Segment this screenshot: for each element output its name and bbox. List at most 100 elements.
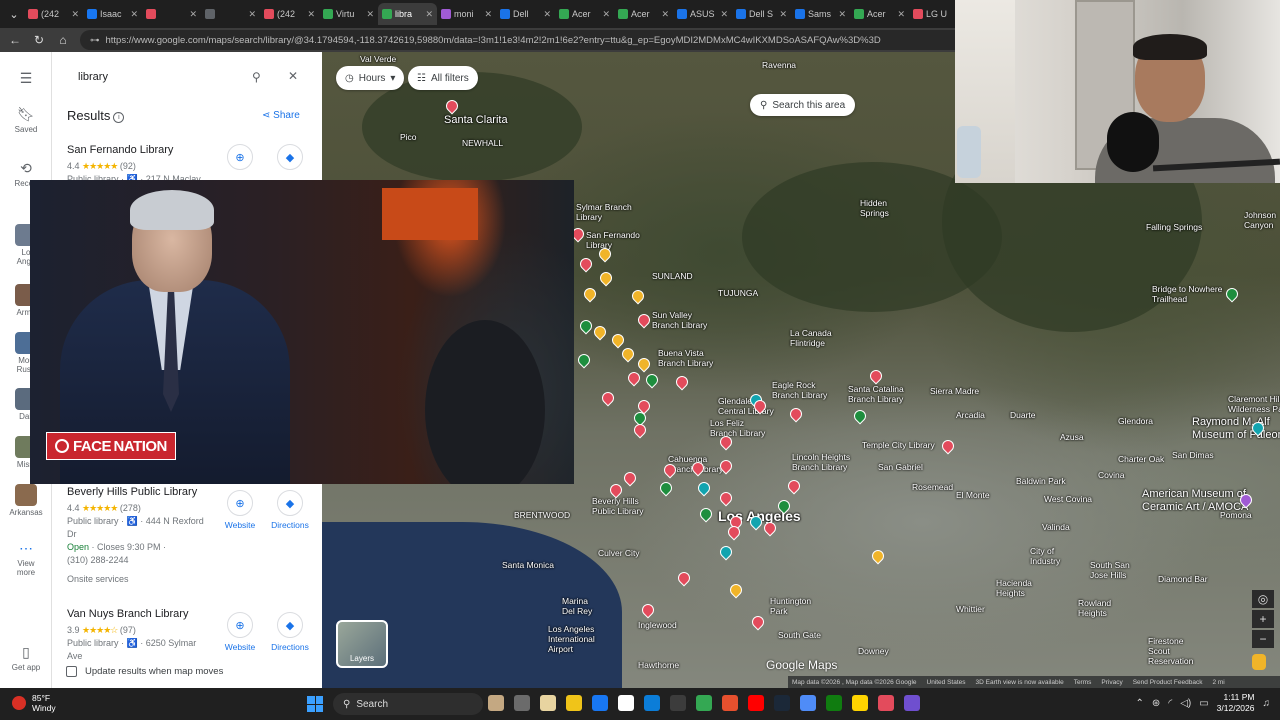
map-library-pin[interactable]: [581, 285, 599, 303]
map-place-label[interactable]: Los Feliz Branch Library: [710, 418, 765, 438]
windows-start-icon[interactable]: [307, 696, 323, 712]
tab-close-icon[interactable]: ✕: [189, 9, 197, 20]
map-place-label[interactable]: Claremont Hills Wilderness Park: [1228, 394, 1280, 414]
tab[interactable]: (242 ✕: [260, 3, 319, 25]
map-place-label[interactable]: Inglewood: [638, 620, 677, 630]
tab[interactable]: Virtu ✕: [319, 3, 378, 25]
map-library-pin[interactable]: [635, 311, 653, 329]
tab-close-icon[interactable]: ✕: [779, 9, 787, 20]
result-item[interactable]: Beverly Hills Public Library 4.4 ★★★★★ (…: [67, 486, 317, 586]
map-place-label[interactable]: Pico: [400, 132, 417, 142]
map-place-label[interactable]: Bridge to Nowhere Trailhead: [1152, 284, 1222, 304]
map-place-label[interactable]: Rosemead: [912, 482, 953, 492]
map-place-label[interactable]: Sun Valley Branch Library: [652, 310, 707, 330]
map-place-label[interactable]: South Gate: [778, 630, 821, 640]
tab[interactable]: ASUS ✕: [673, 3, 732, 25]
taskbar-app-icon[interactable]: [800, 695, 816, 711]
wifi-icon[interactable]: ◜: [1168, 698, 1172, 709]
attribution-item[interactable]: 2 mi: [1212, 679, 1224, 686]
tab-menu-icon[interactable]: ⌄: [4, 4, 24, 24]
taskbar-app-icon[interactable]: [748, 695, 764, 711]
tab-close-icon[interactable]: ✕: [838, 9, 846, 20]
street-view-pegman-icon[interactable]: [1252, 654, 1266, 670]
map-place-label[interactable]: Charter Oak: [1118, 454, 1164, 464]
tab[interactable]: ✕: [142, 3, 201, 25]
map-place-label[interactable]: NEWHALL: [462, 138, 503, 148]
search-this-area-button[interactable]: ⚲ Search this area: [750, 94, 856, 116]
tab-close-icon[interactable]: ✕: [130, 9, 138, 20]
map-place-label[interactable]: Whittier: [956, 604, 985, 614]
search-input[interactable]: library: [78, 71, 108, 83]
website-button[interactable]: ⊕ Website: [217, 490, 263, 530]
website-button[interactable]: ⊕: [217, 144, 263, 174]
map-place-label[interactable]: San Dimas: [1172, 450, 1214, 460]
map-place-label[interactable]: Ravenna: [762, 60, 796, 70]
map-place-label[interactable]: Diamond Bar: [1158, 574, 1208, 584]
back-icon[interactable]: ←: [8, 33, 22, 47]
tab[interactable]: Sams ✕: [791, 3, 850, 25]
map-place-label[interactable]: Baldwin Park: [1016, 476, 1066, 486]
zoom-in-button[interactable]: +: [1252, 610, 1274, 628]
all-filters-chip[interactable]: ☷ All filters: [408, 66, 478, 90]
clock[interactable]: 1:11 PM 3/12/2026: [1217, 692, 1255, 714]
map-library-pin[interactable]: [675, 569, 693, 587]
map-place-label[interactable]: Marina Del Rey: [562, 596, 592, 616]
recent-place-item[interactable]: Arkansas: [0, 484, 52, 517]
map-place-label[interactable]: El Monte: [956, 490, 990, 500]
tab[interactable]: Dell S ✕: [732, 3, 791, 25]
tab-close-icon[interactable]: ✕: [720, 9, 728, 20]
taskbar-app-icon[interactable]: [514, 695, 530, 711]
map-library-pin[interactable]: [591, 323, 609, 341]
map-library-pin[interactable]: [609, 331, 627, 349]
website-button[interactable]: ⊕ Website: [217, 612, 263, 652]
tab-close-icon[interactable]: ✕: [661, 9, 669, 20]
taskbar-search[interactable]: ⚲ Search: [333, 693, 483, 715]
taskbar-app-icon[interactable]: [618, 695, 634, 711]
directions-button[interactable]: ◆: [267, 144, 313, 174]
map-library-pin[interactable]: [631, 421, 649, 439]
map-place-label[interactable]: SUNLAND: [652, 271, 693, 281]
map-place-label[interactable]: Johnson Canyon: [1244, 210, 1276, 230]
map-library-pin[interactable]: [1223, 285, 1241, 303]
map-library-pin[interactable]: [717, 543, 735, 561]
map-place-label[interactable]: Valinda: [1042, 522, 1070, 532]
map-place-label[interactable]: TUJUNGA: [718, 288, 758, 298]
map-place-label[interactable]: Buena Vista Branch Library: [658, 348, 713, 368]
map-library-pin[interactable]: [717, 489, 735, 507]
tab-close-icon[interactable]: ✕: [543, 9, 551, 20]
map-place-label[interactable]: Raymond M. Alf Museum of Paleontology: [1192, 416, 1280, 442]
map-library-pin[interactable]: [787, 405, 805, 423]
map-place-label[interactable]: Covina: [1098, 470, 1124, 480]
map-library-pin[interactable]: [597, 269, 615, 287]
tab-close-icon[interactable]: ✕: [366, 9, 374, 20]
tab-close-icon[interactable]: ✕: [897, 9, 905, 20]
taskbar-app-icon[interactable]: [670, 695, 686, 711]
map-library-pin[interactable]: [851, 407, 869, 425]
zoom-out-button[interactable]: −: [1252, 630, 1274, 648]
tab[interactable]: ✕: [201, 3, 260, 25]
attribution-item[interactable]: Terms: [1074, 679, 1092, 686]
map-library-pin[interactable]: [577, 255, 595, 273]
taskbar-app-icon[interactable]: [488, 695, 504, 711]
map-place-label[interactable]: Hidden Springs: [860, 198, 889, 218]
update-results-checkbox[interactable]: [66, 666, 77, 677]
tab-active[interactable]: libra ✕: [378, 3, 437, 25]
taskbar-app-icon[interactable]: [852, 695, 868, 711]
tab-close-icon[interactable]: ✕: [71, 9, 79, 20]
tab[interactable]: Isaac ✕: [83, 3, 142, 25]
map-place-label[interactable]: Arcadia: [956, 410, 985, 420]
map-library-pin[interactable]: [577, 317, 595, 335]
attribution-item[interactable]: Privacy: [1101, 679, 1122, 686]
network-icon[interactable]: ⊛: [1152, 698, 1160, 709]
map-library-pin[interactable]: [643, 371, 661, 389]
taskbar-app-icon[interactable]: [722, 695, 738, 711]
map-library-pin[interactable]: [749, 613, 767, 631]
map-place-label[interactable]: Azusa: [1060, 432, 1084, 442]
map-place-label[interactable]: City of Industry: [1030, 546, 1060, 566]
map-place-label[interactable]: Santa Catalina Branch Library: [848, 384, 904, 404]
get-app-button[interactable]: ▯ Get app: [0, 644, 52, 672]
site-info-icon[interactable]: ⊶: [90, 35, 100, 46]
map-place-label[interactable]: Sylmar Branch Library: [576, 202, 632, 222]
map-place-label[interactable]: Val Verde: [360, 54, 396, 64]
map-place-label[interactable]: South San Jose Hills: [1090, 560, 1130, 580]
